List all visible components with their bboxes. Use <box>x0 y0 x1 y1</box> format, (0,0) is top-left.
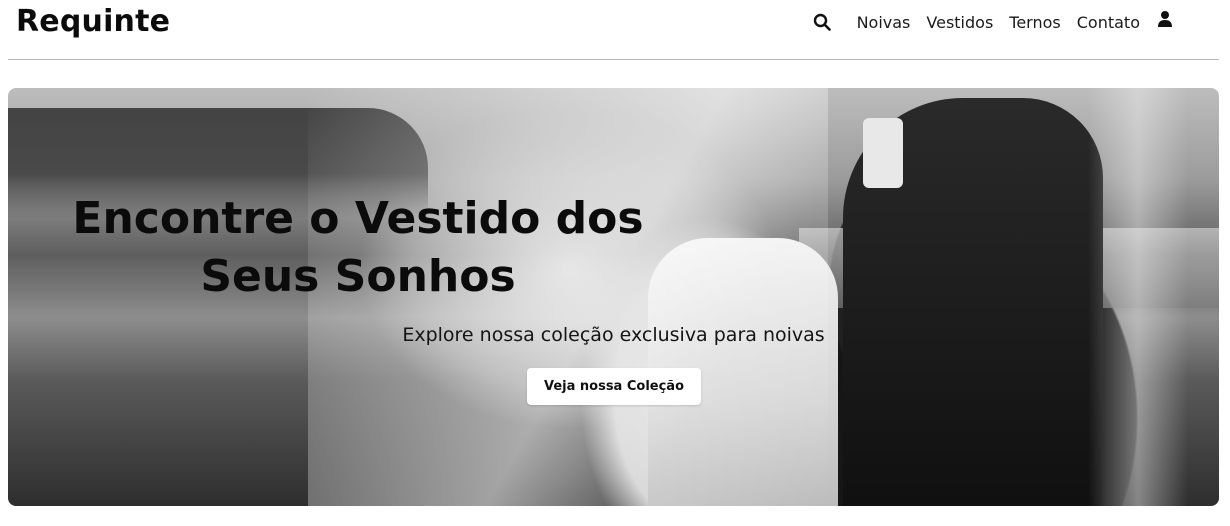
site-header: Requinte Noivas Vestidos Ternos Contato <box>0 0 1230 58</box>
hero-title-line2: Seus Sonhos <box>200 251 516 302</box>
nav-link-contato[interactable]: Contato <box>1077 13 1140 32</box>
main-nav: Noivas Vestidos Ternos Contato <box>811 8 1174 36</box>
hero-title: Encontre o Vestido dos Seus Sonhos <box>8 190 708 306</box>
hero-subtitle: Explore nossa coleção exclusiva para noi… <box>402 324 825 346</box>
header-divider <box>8 59 1219 60</box>
search-icon[interactable] <box>811 11 833 33</box>
user-icon[interactable] <box>1156 9 1174 29</box>
nav-link-noivas[interactable]: Noivas <box>857 13 911 32</box>
nav-link-vestidos[interactable]: Vestidos <box>926 13 993 32</box>
hero-content: Encontre o Vestido dos Seus Sonhos Explo… <box>8 88 1219 506</box>
view-collection-button[interactable]: Veja nossa Coleção <box>527 368 701 405</box>
hero-title-line1: Encontre o Vestido dos <box>72 193 644 244</box>
brand-logo[interactable]: Requinte <box>16 2 170 42</box>
nav-link-ternos[interactable]: Ternos <box>1009 13 1060 32</box>
